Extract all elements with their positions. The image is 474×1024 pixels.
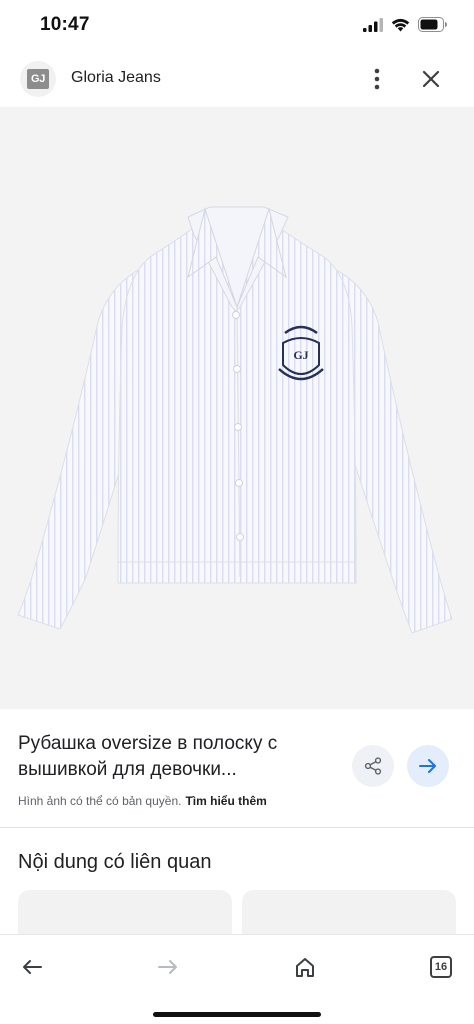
site-logo-text: GJ [27,69,49,89]
arrow-right-icon [419,759,436,773]
status-time: 10:47 [40,14,90,35]
forward-button[interactable] [148,947,188,987]
divider [0,827,474,828]
site-header: GJ Gloria Jeans [0,56,474,104]
related-card[interactable] [242,890,456,936]
embroidery-monogram: GJ [293,348,308,362]
learn-more-link[interactable]: Tìm hiểu thêm [185,794,266,808]
share-button[interactable] [352,745,394,787]
home-icon [296,958,314,977]
home-indicator [153,1012,321,1017]
back-button[interactable] [12,947,52,987]
image-info-section: Рубашка oversize в полоску с вышивкой дл… [0,709,474,827]
related-card[interactable] [18,890,232,936]
home-button[interactable] [285,947,325,987]
arrow-right-icon [158,960,177,974]
tabs-count: 16 [430,956,452,978]
copyright-text: Hình ảnh có thể có bản quyền. [18,794,182,808]
close-button[interactable] [416,64,446,94]
more-options-button[interactable] [362,64,392,94]
status-bar: 10:47 [0,0,474,50]
tabs-button[interactable]: 16 [421,947,461,987]
close-icon [422,70,440,88]
site-name[interactable]: Gloria Jeans [71,69,161,87]
share-icon [364,757,382,775]
product-image[interactable]: GJ [0,107,474,709]
site-logo[interactable]: GJ [20,61,56,97]
bottom-navigation-bar: 16 [0,934,474,1024]
copyright-notice: Hình ảnh có thể có bản quyền. Tìm hiểu th… [18,794,267,808]
product-title[interactable]: Рубашка oversize в полоску с вышивкой дл… [18,731,338,783]
more-vert-icon [374,68,380,90]
signal-icon [363,17,383,32]
battery-icon [418,17,447,32]
wifi-icon [391,18,410,31]
related-content-title: Nội dung có liên quan [18,851,212,873]
visit-page-button[interactable] [407,745,449,787]
shirt-illustration: GJ [17,206,453,634]
arrow-left-icon [23,960,42,974]
status-icons [363,17,448,32]
